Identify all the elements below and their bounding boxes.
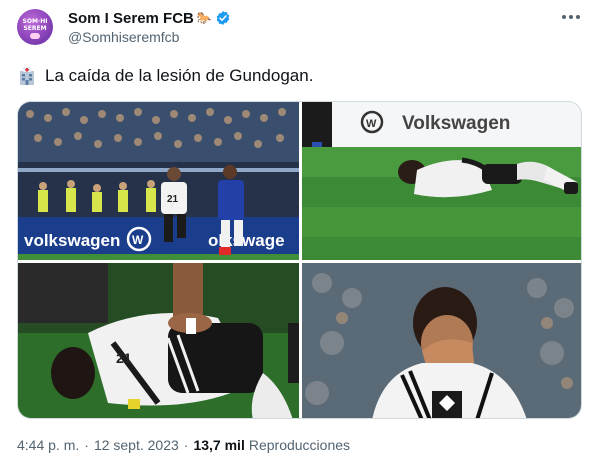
banner-text: Volkswagen	[402, 113, 510, 134]
media-image-4[interactable]	[302, 263, 581, 418]
meta-separator: ·	[183, 437, 189, 453]
avatar-logo-text: SOM·HI SEREM	[22, 18, 48, 32]
avatar-logo-mark	[30, 33, 40, 39]
views-count: 13,7 mil	[193, 437, 245, 453]
svg-text:W: W	[132, 233, 144, 247]
avatar[interactable]: SOM·HI SEREM	[17, 9, 53, 45]
verified-badge-icon	[216, 11, 230, 25]
sleeve-number: 21	[116, 350, 132, 366]
horse-emoji: 🐎	[196, 11, 212, 25]
hospital-icon	[20, 67, 34, 85]
media-image-1[interactable]: volkswagen W olkswage 21	[18, 102, 299, 260]
svg-text:W: W	[366, 118, 377, 130]
banner-text-left: volkswagen	[24, 231, 120, 250]
meta-separator: ·	[84, 437, 89, 453]
tweet-date[interactable]: 12 sept. 2023	[94, 437, 179, 453]
views-label: Reproducciones	[248, 437, 351, 453]
tweet-time[interactable]: 4:44 p. m.	[17, 437, 79, 453]
tweet-text-row: La caída de la lesión de Gundogan.	[17, 66, 313, 86]
tweet-text: La caída de la lesión de Gundogan.	[45, 66, 314, 85]
tweet-meta: 4:44 p. m. · 12 sept. 2023 · 13,7 mil Re…	[17, 437, 350, 453]
media-grid[interactable]: volkswagen W olkswage 21 W Volkswagen 21	[17, 101, 582, 419]
more-options-icon[interactable]	[560, 9, 582, 25]
author-handle[interactable]: @Somhiseremfcb	[68, 29, 179, 45]
tweet-card[interactable]: SOM·HI SEREM Som I Serem FCB 🐎 @Somhiser…	[0, 0, 595, 464]
author-name-row: Som I Serem FCB 🐎	[68, 9, 231, 27]
shirt-number: 21	[167, 194, 179, 205]
media-image-3[interactable]: 21	[18, 263, 299, 418]
media-image-2[interactable]: W Volkswagen	[302, 102, 581, 260]
author-display-name[interactable]: Som I Serem FCB	[68, 10, 194, 27]
